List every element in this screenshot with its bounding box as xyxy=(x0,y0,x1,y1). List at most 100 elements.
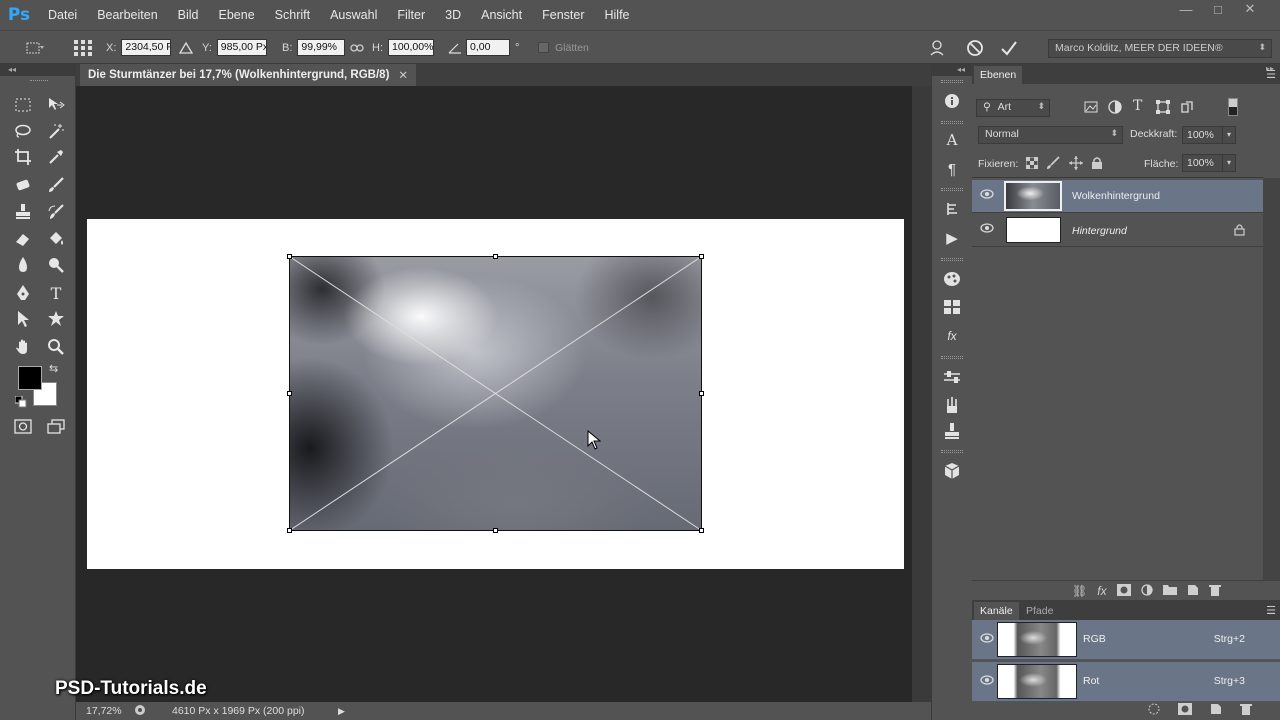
strip-grip[interactable] xyxy=(941,356,963,359)
dodge-tool-icon[interactable] xyxy=(45,254,67,276)
menu-fenster[interactable]: Fenster xyxy=(532,8,594,22)
new-channel-icon[interactable] xyxy=(1210,703,1222,719)
layer-style-fx-icon[interactable]: fx xyxy=(1097,584,1106,600)
visibility-eye-icon[interactable] xyxy=(980,675,994,689)
menu-ansicht[interactable]: Ansicht xyxy=(471,8,532,22)
new-adjustment-icon[interactable] xyxy=(1140,584,1153,600)
commit-transform-icon[interactable] xyxy=(1000,31,1018,64)
opacity-field[interactable]: 100% xyxy=(1182,126,1226,144)
menu-schrift[interactable]: Schrift xyxy=(265,8,320,22)
lock-all-icon[interactable] xyxy=(1091,156,1103,173)
menu-ebene[interactable]: Ebene xyxy=(209,8,265,22)
canvas-area[interactable] xyxy=(76,86,912,702)
3d-panel-icon[interactable] xyxy=(942,461,962,481)
character-panel-icon[interactable]: A xyxy=(942,130,962,150)
tab-layers[interactable]: Ebenen xyxy=(974,66,1023,84)
channels-panel-menu-icon[interactable]: ☰ xyxy=(1266,604,1276,617)
new-layer-icon[interactable] xyxy=(1187,584,1199,600)
menu-auswahl[interactable]: Auswahl xyxy=(320,8,387,22)
clone-source-icon[interactable] xyxy=(942,421,962,441)
layer-row-wolkenhintergrund[interactable]: Wolkenhintergrund xyxy=(972,180,1263,213)
strip-grip[interactable] xyxy=(941,80,963,83)
close-button[interactable]: ✕ xyxy=(1234,0,1266,18)
transform-handle-top-left[interactable] xyxy=(287,254,292,259)
transform-handle-top[interactable] xyxy=(493,254,498,259)
add-mask-icon[interactable] xyxy=(1116,584,1131,600)
blend-mode-dropdown[interactable]: Normal ⬍ xyxy=(978,126,1123,144)
eraser-tool-icon[interactable] xyxy=(12,228,34,250)
adjustments-panel-icon[interactable] xyxy=(942,367,962,387)
status-menu-arrow-icon[interactable]: ▶ xyxy=(338,706,345,717)
visibility-eye-icon[interactable] xyxy=(980,633,994,647)
transform-handle-left[interactable] xyxy=(287,391,292,396)
new-group-icon[interactable] xyxy=(1162,584,1177,600)
actions-panel-icon[interactable]: ▶ xyxy=(942,228,962,248)
brush-tool-icon[interactable] xyxy=(45,174,67,196)
layers-panel-menu-icon[interactable]: ☰ xyxy=(1266,68,1276,81)
layers-scrollbar[interactable] xyxy=(1263,178,1280,580)
transform-handle-bottom-right[interactable] xyxy=(699,528,704,533)
height-field[interactable]: 100,00% xyxy=(388,39,434,56)
visibility-eye-icon[interactable] xyxy=(980,189,994,203)
color-panel-icon[interactable] xyxy=(942,269,962,289)
clone-stamp-icon[interactable] xyxy=(12,201,34,223)
tab-paths[interactable]: Pfade xyxy=(1020,602,1059,620)
history-panel-icon[interactable] xyxy=(942,199,962,219)
fill-field[interactable]: 100% xyxy=(1182,154,1226,172)
foreground-color-swatch[interactable] xyxy=(18,366,42,390)
save-selection-icon[interactable] xyxy=(1178,703,1192,719)
info-panel-icon[interactable] xyxy=(942,91,962,111)
tools-collapse-icon[interactable]: ◂◂ xyxy=(0,64,75,76)
menu-3d[interactable]: 3D xyxy=(435,8,471,22)
move-tool-icon[interactable] xyxy=(45,94,67,116)
filter-adjustment-icon[interactable] xyxy=(1108,100,1124,116)
smooth-checkbox[interactable] xyxy=(538,42,549,53)
lock-position-icon[interactable] xyxy=(1069,156,1083,173)
menu-bearbeiten[interactable]: Bearbeiten xyxy=(87,8,167,22)
hand-tool-icon[interactable] xyxy=(12,336,34,358)
eyedropper-tool-icon[interactable] xyxy=(45,146,67,168)
default-colors-icon[interactable] xyxy=(14,395,27,411)
tools-grip[interactable] xyxy=(30,80,48,83)
quick-mask-icon[interactable] xyxy=(12,416,34,438)
lock-pixels-icon[interactable] xyxy=(1046,156,1060,173)
strip-grip[interactable] xyxy=(941,258,963,261)
menu-filter[interactable]: Filter xyxy=(387,8,435,22)
tab-channels[interactable]: Kanäle xyxy=(974,602,1019,620)
layer-row-hintergrund[interactable]: Hintergrund xyxy=(972,214,1263,247)
paragraph-panel-icon[interactable]: ¶ xyxy=(942,159,962,179)
status-icon[interactable] xyxy=(134,704,160,719)
minimize-button[interactable]: — xyxy=(1170,0,1202,18)
cancel-transform-icon[interactable] xyxy=(966,31,984,64)
fill-slider-arrow-icon[interactable]: ▾ xyxy=(1222,154,1236,172)
relative-position-icon[interactable] xyxy=(179,31,193,64)
rotate-angle-field[interactable]: 0,00 xyxy=(466,39,510,56)
transform-handle-top-right[interactable] xyxy=(699,254,704,259)
transform-tool-icon[interactable] xyxy=(24,31,46,64)
healing-brush-icon[interactable] xyxy=(12,174,34,196)
strip-grip[interactable] xyxy=(941,450,963,453)
width-field[interactable]: 99,99% xyxy=(297,39,346,56)
transform-handle-bottom-left[interactable] xyxy=(287,528,292,533)
channel-row-rot[interactable]: Rot Strg+3 xyxy=(972,662,1280,702)
menu-hilfe[interactable]: Hilfe xyxy=(595,8,640,22)
document-close-icon[interactable]: ✕ xyxy=(398,68,408,82)
visibility-eye-icon[interactable] xyxy=(980,223,994,237)
marquee-tool-icon[interactable] xyxy=(12,94,34,116)
brush-presets-icon[interactable] xyxy=(942,395,962,415)
path-selection-icon[interactable] xyxy=(12,308,34,330)
x-position-field[interactable]: 2304,50 P xyxy=(121,39,172,56)
strip-grip[interactable] xyxy=(941,188,963,191)
maximize-button[interactable]: □ xyxy=(1202,0,1234,18)
pen-tool-icon[interactable] xyxy=(12,282,34,304)
lasso-tool-icon[interactable] xyxy=(12,120,34,142)
screen-mode-icon[interactable] xyxy=(45,416,67,438)
swatches-panel-icon[interactable] xyxy=(942,297,962,317)
type-tool-icon[interactable]: T xyxy=(45,282,67,304)
filter-shape-icon[interactable] xyxy=(1156,100,1172,116)
reference-point-icon[interactable] xyxy=(72,31,94,64)
channel-row-rgb[interactable]: RGB Strg+2 xyxy=(972,620,1280,660)
vertical-scrollbar[interactable] xyxy=(912,86,931,702)
zoom-tool-icon[interactable] xyxy=(45,336,67,358)
y-position-field[interactable]: 985,00 Px xyxy=(216,39,267,56)
